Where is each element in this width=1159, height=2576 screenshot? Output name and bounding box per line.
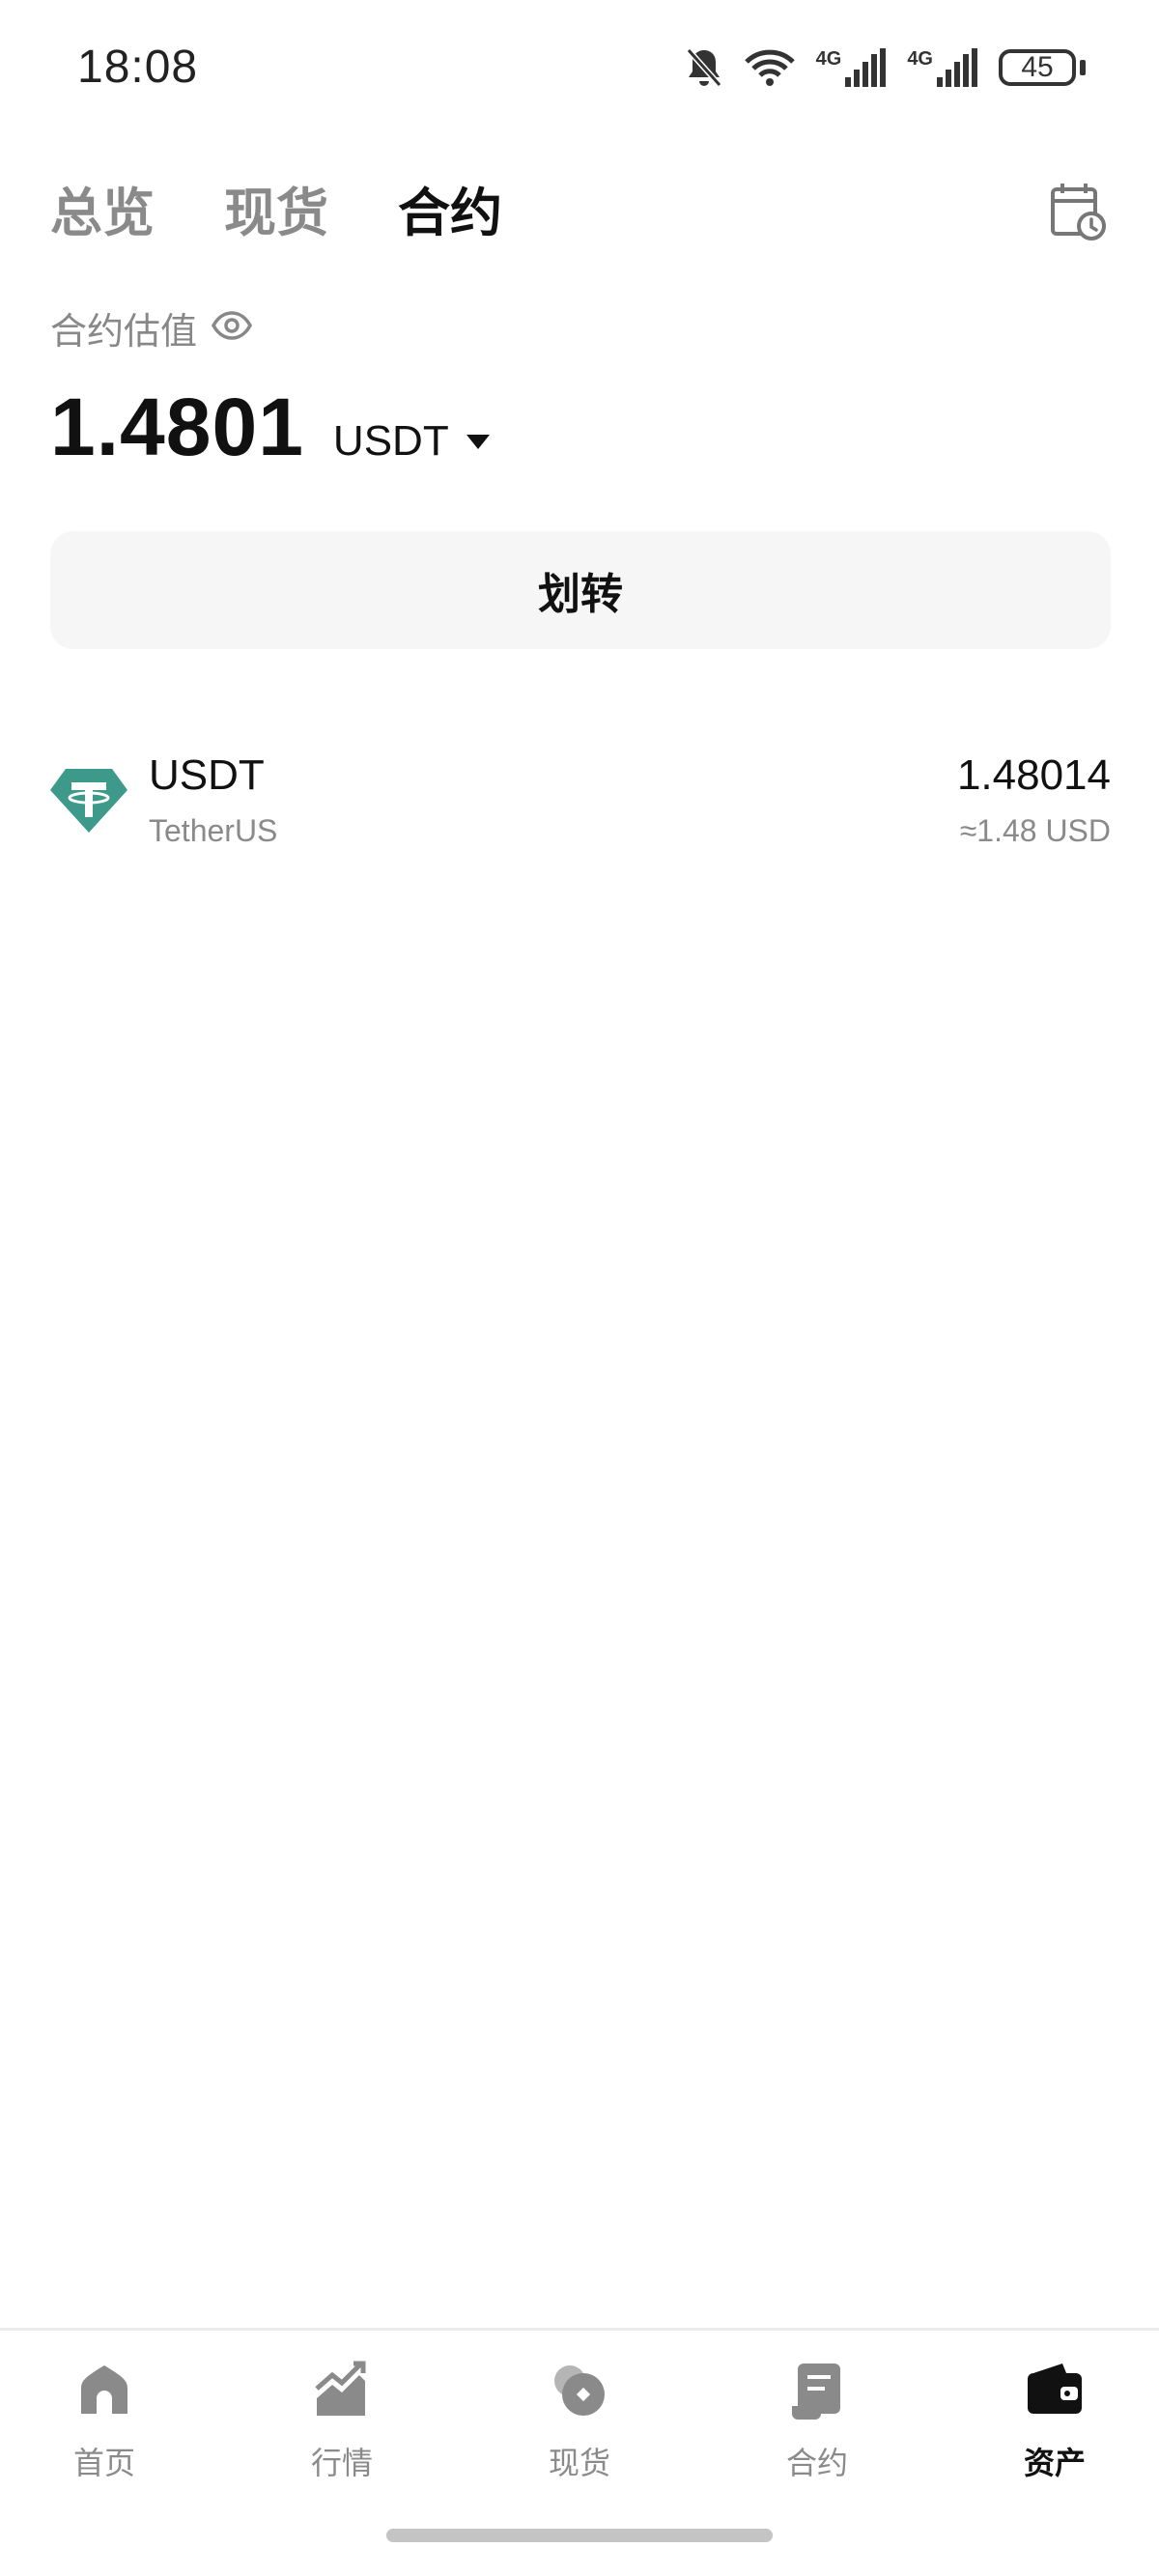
wifi-icon xyxy=(744,48,795,87)
asset-usd-value: ≈1.48 USD xyxy=(959,813,1111,848)
transfer-button[interactable]: 划转 xyxy=(50,531,1111,649)
nav-label: 行情 xyxy=(310,2446,373,2480)
nav-item-contract[interactable]: 合约 xyxy=(740,2360,894,2483)
home-indicator-bar[interactable] xyxy=(386,2529,773,2542)
asset-symbol: USDT xyxy=(149,751,265,799)
spot-coins-icon xyxy=(554,2365,605,2416)
market-chart-icon xyxy=(315,2361,366,2416)
status-bar: 18:08 4G 4G 45 xyxy=(0,0,1159,135)
valuation-header: 合约估值 xyxy=(50,301,253,354)
nav-label: 首页 xyxy=(72,2446,135,2480)
currency-selector[interactable]: USDT xyxy=(333,417,492,466)
nav-item-spot[interactable]: 现货 xyxy=(502,2360,657,2483)
nav-label: 合约 xyxy=(785,2446,848,2480)
battery-icon: 45 xyxy=(999,49,1086,86)
eye-icon[interactable] xyxy=(211,304,253,352)
nav-label: 现货 xyxy=(548,2446,610,2480)
home-icon xyxy=(81,2365,127,2414)
tether-logo-icon xyxy=(50,767,127,835)
status-icons: 4G 4G 45 xyxy=(685,46,1086,89)
nav-item-market[interactable]: 行情 xyxy=(265,2360,419,2483)
currency-label: USDT xyxy=(332,417,449,465)
asset-row-usdt[interactable]: USDT TetherUS 1.48014 ≈1.48 USD xyxy=(50,750,1111,865)
tab-contract[interactable]: 合约 xyxy=(398,170,502,246)
valuation-value: 1.4801 xyxy=(50,382,304,472)
tab-spot[interactable]: 现货 xyxy=(224,170,328,246)
caret-down-icon xyxy=(466,435,490,449)
signal-4g-icon-2: 4G xyxy=(907,48,977,87)
asset-name: TetherUS xyxy=(149,813,278,848)
tab-overview[interactable]: 总览 xyxy=(50,170,155,246)
asset-amount: 1.48014 xyxy=(956,751,1111,799)
battery-level: 45 xyxy=(999,49,1076,86)
status-time: 18:08 xyxy=(77,42,199,93)
contract-document-icon xyxy=(792,2364,840,2420)
asset-tabs: 总览 现货 合约 xyxy=(50,170,502,246)
nav-item-assets[interactable]: 资产 xyxy=(977,2360,1132,2483)
bell-muted-icon xyxy=(685,46,723,89)
network-type-label: 4G xyxy=(907,48,933,70)
nav-label: 资产 xyxy=(1023,2446,1086,2480)
signal-4g-icon-1: 4G xyxy=(816,48,887,87)
valuation-row: 1.4801 USDT xyxy=(50,381,492,474)
valuation-label: 合约估值 xyxy=(50,312,198,353)
nav-item-home[interactable]: 首页 xyxy=(27,2360,182,2483)
calendar-history-icon[interactable] xyxy=(1047,180,1109,241)
wallet-icon xyxy=(1028,2364,1082,2414)
network-type-label: 4G xyxy=(815,48,842,70)
